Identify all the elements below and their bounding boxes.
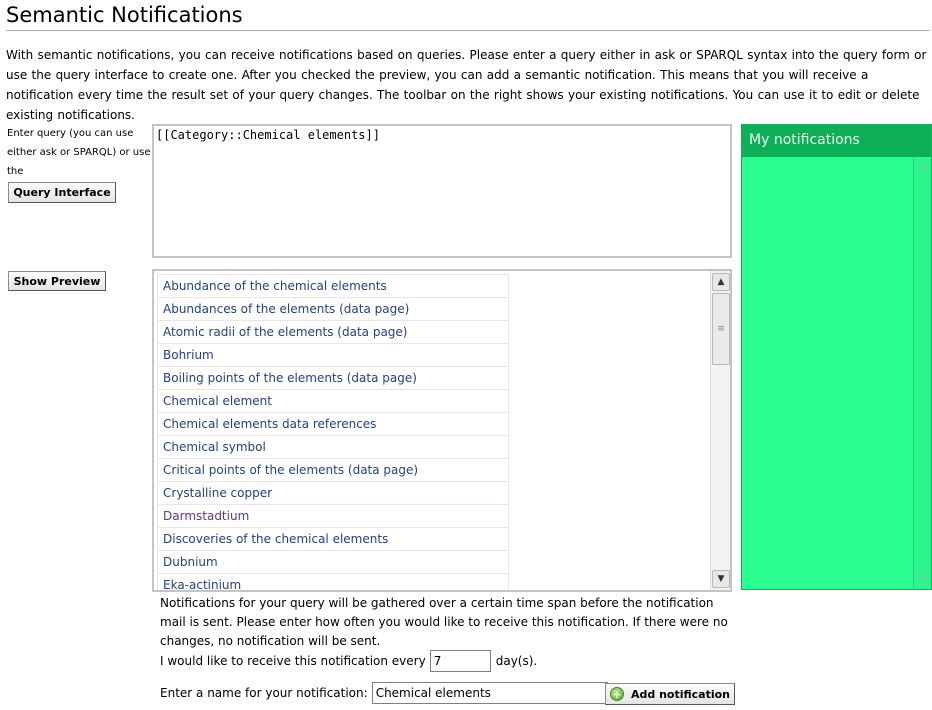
preview-results[interactable]: Abundance of the chemical elements Abunda… [152, 269, 732, 592]
result-link[interactable]: Dubnium [157, 550, 509, 574]
name-row: Enter a name for your notification: [160, 682, 608, 704]
table-row: Chemical elements data references [157, 412, 509, 436]
table-row: Discoveries of the chemical elements [157, 527, 509, 551]
preview-scrollbar[interactable]: ▲ ≡ ▼ [710, 271, 730, 590]
query-label: Enter query (you can use either ask or S… [7, 128, 151, 177]
arrow-up-icon[interactable]: ▲ [712, 273, 730, 291]
intro-text: With semantic notifications, you can rec… [6, 48, 927, 122]
add-notification-label: Add notification [630, 687, 731, 701]
result-link[interactable]: Chemical symbol [157, 435, 509, 459]
arrow-down-icon[interactable]: ▼ [712, 570, 730, 588]
result-link[interactable]: Atomic radii of the elements (data page) [157, 320, 509, 344]
result-link[interactable]: Abundance of the chemical elements [157, 274, 509, 298]
notifications-header: My notifications [742, 125, 931, 157]
scroll-thumb[interactable]: ≡ [712, 293, 730, 365]
result-link[interactable]: Crystalline copper [157, 481, 509, 505]
arrow-up-icon[interactable]: ▲ [916, 159, 930, 173]
result-link[interactable]: Eka-actinium [157, 573, 509, 590]
result-link[interactable]: Critical points of the elements (data pa… [157, 458, 509, 482]
table-row: Chemical element [157, 389, 509, 413]
interval-suffix: day(s). [495, 654, 538, 668]
notifications-scrollbar[interactable]: ▲ ▼ [913, 157, 931, 589]
table-row: Crystalline copper [157, 481, 509, 505]
name-label: Enter a name for your notification: [160, 686, 368, 700]
query-interface-button[interactable]: Query Interface [8, 182, 116, 203]
table-row: Abundances of the elements (data page) [157, 297, 509, 321]
result-link[interactable]: Abundances of the elements (data page) [157, 297, 509, 321]
result-link[interactable]: Bohrium [157, 343, 509, 367]
result-link[interactable]: Chemical element [157, 389, 509, 413]
table-row: Dubnium [157, 550, 509, 574]
title-divider [6, 30, 930, 31]
notification-name-input[interactable] [371, 682, 608, 704]
table-row: Eka-actinium [157, 573, 509, 590]
page-title: Semantic Notifications [6, 3, 243, 27]
interval-row: I would like to receive this notificatio… [160, 650, 537, 672]
table-row: Darmstadtium [157, 504, 509, 528]
result-link[interactable]: Darmstadtium [157, 504, 509, 528]
result-link[interactable]: Boiling points of the elements (data pag… [157, 366, 509, 390]
table-row: Critical points of the elements (data pa… [157, 458, 509, 482]
table-row: Abundance of the chemical elements [157, 274, 509, 298]
notification-info-text: Notifications for your query will be gat… [160, 596, 728, 648]
plus-circle-icon: + [609, 687, 624, 701]
table-row: Atomic radii of the elements (data page) [157, 320, 509, 344]
result-link[interactable]: Chemical elements data references [157, 412, 509, 436]
show-preview-button[interactable]: Show Preview [8, 271, 106, 291]
interval-days-input[interactable] [429, 650, 491, 672]
add-notification-button[interactable]: + Add notification [605, 683, 735, 705]
result-link[interactable]: Discoveries of the chemical elements [157, 527, 509, 551]
table-row: Bohrium [157, 343, 509, 367]
table-row: Chemical symbol [157, 435, 509, 459]
query-input[interactable] [152, 124, 732, 258]
results-table: Abundance of the chemical elements Abunda… [157, 274, 509, 590]
table-row: Boiling points of the elements (data pag… [157, 366, 509, 390]
my-notifications-panel: My notifications ▲ ▼ [741, 124, 932, 590]
arrow-down-icon[interactable]: ▼ [916, 571, 930, 585]
interval-prefix: I would like to receive this notificatio… [160, 654, 426, 668]
